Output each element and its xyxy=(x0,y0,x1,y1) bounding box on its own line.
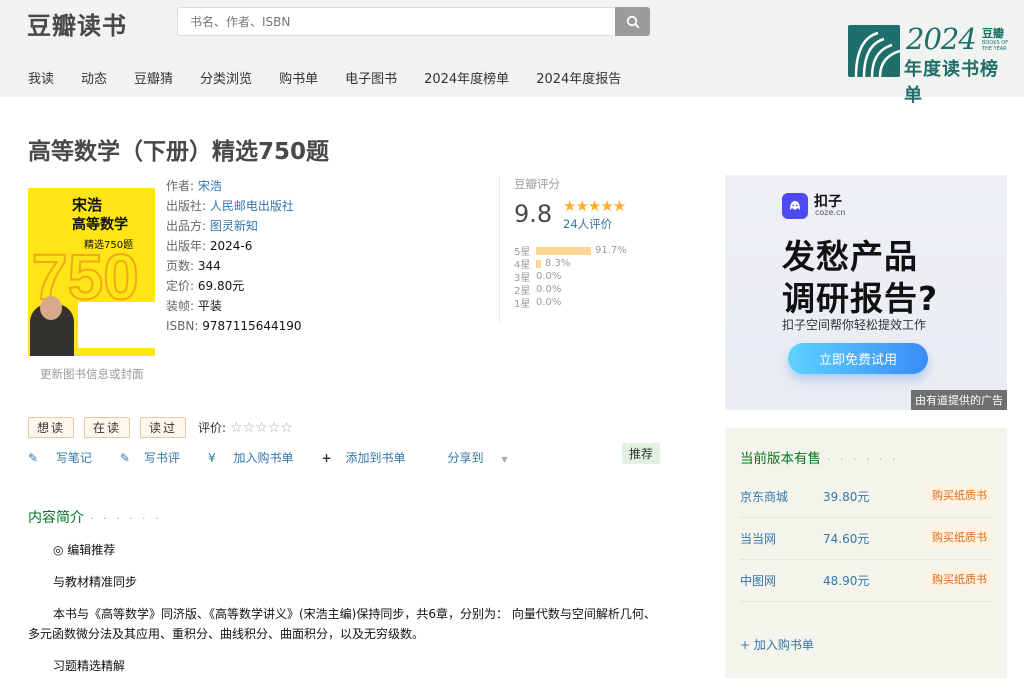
coze-logo-icon xyxy=(782,193,808,219)
buy-paper-book-button[interactable]: 购买纸质书 xyxy=(927,569,992,589)
publisher-link[interactable]: 人民邮电出版社 xyxy=(210,199,294,213)
ad-banner[interactable]: 扣子 coze.cn 发愁产品 调研报告? 扣子空间帮你轻松提效工作 立即免费试… xyxy=(725,175,1007,410)
rating-breakdown: 5星 91.7% 4星 8.3% 3星 0.0% 2星 0.0% 1星 0.0% xyxy=(514,244,627,310)
ad-headline-1: 发愁产品 xyxy=(782,237,918,276)
rating-bar-4 xyxy=(536,259,541,268)
chevron-down-icon: ▼ xyxy=(501,455,508,464)
nav-item-annual-report[interactable]: 2024年度报告 xyxy=(536,68,621,87)
intro-section-title: 内容简介 · · · · · · xyxy=(28,510,162,526)
search-icon xyxy=(626,15,640,29)
rate-stars-input[interactable]: ☆☆☆☆☆ xyxy=(230,420,293,436)
buy-box-title: 当前版本有售 · · · · · · xyxy=(740,451,899,467)
rating-panel: 豆瓣评分 9.8 ★★★★★ 24人评价 5星 91.7% 4星 8.3% 3星 0.… xyxy=(499,176,674,324)
nav-item-shopping-list[interactable]: 购书单 xyxy=(279,68,318,87)
shop-name-link[interactable]: 中图网 xyxy=(740,572,776,589)
nav-item-browse[interactable]: 分类浏览 xyxy=(200,68,252,87)
update-cover-link[interactable]: 更新图书信息或封面 xyxy=(40,366,144,382)
info-row-price: 定价: 69.80元 xyxy=(166,279,245,293)
add-to-booklist-link[interactable]: + 添加到书单 xyxy=(321,449,419,466)
search-box xyxy=(177,7,617,36)
share-dropdown[interactable]: 分享到 ▼ xyxy=(448,449,522,466)
rating-row-1: 1星 0.0% xyxy=(514,297,562,310)
intro-paragraph: 习题精选精解 xyxy=(53,659,126,673)
annual-list-banner[interactable]: 2024 豆瓣 BOOKS OF THE YEAR 年度读书榜单 xyxy=(848,22,1013,106)
annual-year: 2024 xyxy=(906,22,977,56)
add-to-cart-list-link[interactable]: + 加入购书单 xyxy=(740,636,814,653)
write-review-link[interactable]: ✎ 写书评 xyxy=(120,449,194,466)
info-row-year: 出版年: 2024-6 xyxy=(166,239,253,253)
author-link[interactable]: 宋浩 xyxy=(198,179,222,193)
info-row-author: 作者: 宋浩 xyxy=(166,179,222,193)
write-note-link[interactable]: ✎ 写笔记 xyxy=(28,449,106,466)
search-button[interactable] xyxy=(615,7,650,36)
shop-row: 当当网 74.60元 购买纸质书 xyxy=(740,518,992,560)
ad-domain: coze.cn xyxy=(815,208,846,217)
buy-paper-book-button[interactable]: 购买纸质书 xyxy=(927,485,992,505)
shop-name-link[interactable]: 京东商城 xyxy=(740,488,788,505)
nav-item-guess[interactable]: 豆瓣猜 xyxy=(134,68,173,87)
reading-button[interactable]: 在读 xyxy=(84,417,131,438)
nav-item-annual-list[interactable]: 2024年度榜单 xyxy=(424,68,509,87)
rate-label: 评价: xyxy=(198,421,227,435)
search-input[interactable] xyxy=(178,8,616,35)
add-to-cart-list-link[interactable]: ¥ 加入购书单 xyxy=(208,449,307,466)
intro-paragraph: 本书与《高等数学》同济版、《高等数学讲义》(宋浩主编)保持同步，共6章，分别为：… xyxy=(28,607,656,641)
info-row-isbn: ISBN: 9787115644190 xyxy=(166,319,302,333)
main-nav: 我读 动态 豆瓣猜 分类浏览 购书单 电子图书 2024年度榜单 2024年度报… xyxy=(28,68,648,87)
site-header: 豆瓣读书 我读 动态 豆瓣猜 分类浏览 购书单 电子图书 2024年度榜单 20… xyxy=(0,0,1024,106)
rating-stars-icon: ★★★★★ xyxy=(563,197,626,215)
shop-price-link[interactable]: 74.60元 xyxy=(823,530,869,547)
info-row-publisher: 出版社: 人民邮电出版社 xyxy=(166,199,294,213)
cover-author-face xyxy=(40,296,62,320)
ad-headline-2: 调研报告? xyxy=(782,279,939,318)
site-logo[interactable]: 豆瓣读书 xyxy=(27,6,127,41)
intro-text: ◎ 编辑推荐 与教材精准同步 本书与《高等数学》同济版、《高等数学讲义》(宋浩主… xyxy=(28,540,658,688)
intro-paragraph: 与教材精准同步 xyxy=(53,575,138,589)
recommend-button[interactable]: 推荐 xyxy=(622,443,661,464)
annual-emblem-icon xyxy=(848,25,900,77)
annual-brand: 豆瓣 xyxy=(982,27,1004,40)
cover-author: 宋浩 xyxy=(72,196,103,214)
book-info: 作者: 宋浩 出版社: 人民邮电出版社 出品方: 图灵新知 出版年: 2024-… xyxy=(166,176,302,336)
book-title: 高等数学（下册）精选750题 xyxy=(28,139,330,165)
cover-top-strip xyxy=(28,178,155,188)
shop-price-link[interactable]: 48.90元 xyxy=(823,572,869,589)
nav-item-ebooks[interactable]: 电子图书 xyxy=(345,68,397,87)
annual-caption: 年度读书榜单 xyxy=(904,59,999,106)
ad-subtitle: 扣子空间帮你轻松提效工作 xyxy=(782,318,927,332)
cover-subtitle: 精选750题 xyxy=(84,240,134,251)
ad-cta-button[interactable]: 立即免费试用 xyxy=(788,343,928,374)
plus-icon: + xyxy=(321,451,332,465)
nav-item-my-reading[interactable]: 我读 xyxy=(28,68,54,87)
info-row-producer: 出品方: 图灵新知 xyxy=(166,219,258,233)
producer-link[interactable]: 图灵新知 xyxy=(210,219,258,233)
cover-title: 高等数学 xyxy=(72,217,128,233)
action-links: ✎ 写笔记 ✎ 写书评 ¥ 加入购书单 + 添加到书单 分享到 ▼ xyxy=(28,449,536,466)
rating-label: 豆瓣评分 xyxy=(514,177,560,191)
shop-row: 中图网 48.90元 购买纸质书 xyxy=(740,560,992,602)
read-button[interactable]: 读过 xyxy=(140,417,187,438)
ad-provider-tag: 由有道提供的广告 xyxy=(911,390,1007,410)
pencil-icon: ✎ xyxy=(28,451,39,465)
buy-paper-book-button[interactable]: 购买纸质书 xyxy=(927,527,992,547)
annual-small-caption: BOOKS OF THE YEAR xyxy=(982,40,1009,52)
shop-name-link[interactable]: 当当网 xyxy=(740,530,776,547)
cover-quote-box xyxy=(78,302,155,348)
shop-price-link[interactable]: 39.80元 xyxy=(823,488,869,505)
nav-item-activity[interactable]: 动态 xyxy=(81,68,107,87)
info-row-binding: 装帧: 平装 xyxy=(166,299,222,313)
info-row-pages: 页数: 344 xyxy=(166,259,221,273)
reading-actions: 想读 在读 读过 评价: ☆☆☆☆☆ xyxy=(28,417,293,438)
book-cover[interactable]: 750 宋浩 高等数学 精选750题 xyxy=(28,178,155,356)
rating-count-link[interactable]: 24人评价 xyxy=(563,216,612,232)
rating-bar-5 xyxy=(536,246,592,255)
want-to-read-button[interactable]: 想读 xyxy=(28,417,75,438)
yen-icon: ¥ xyxy=(207,451,216,465)
rating-score: 9.8 xyxy=(514,200,553,228)
shop-row: 京东商城 39.80元 购买纸质书 xyxy=(740,476,992,518)
intro-paragraph: ◎ 编辑推荐 xyxy=(53,543,116,557)
buy-box: 当前版本有售 · · · · · · 京东商城 39.80元 购买纸质书 当当网 … xyxy=(725,428,1007,678)
pencil-icon: ✎ xyxy=(119,451,130,465)
